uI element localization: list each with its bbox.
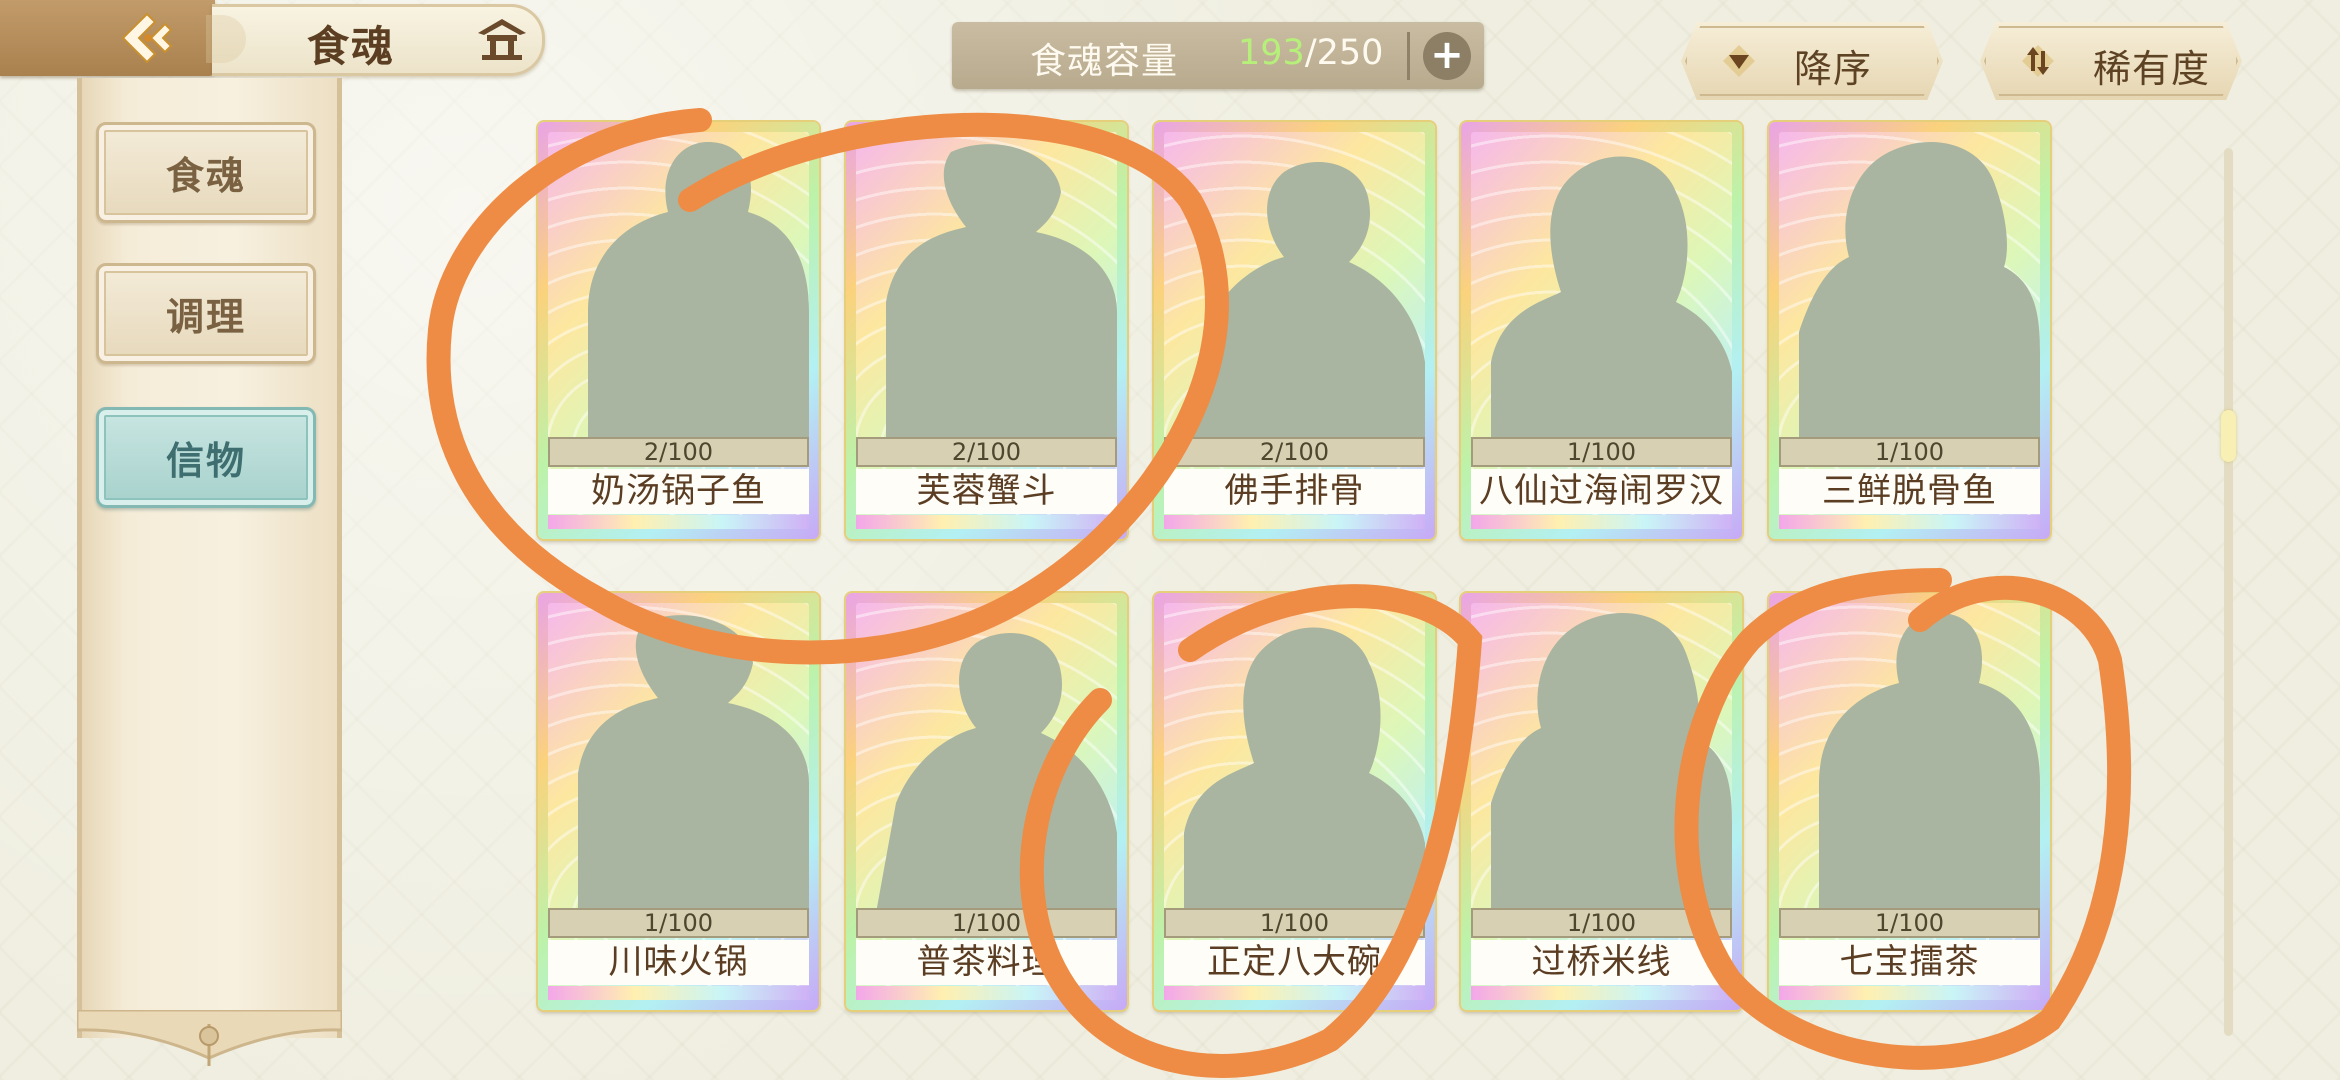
character-silhouette [876,633,1117,913]
card-rarity-strip [1779,515,2040,529]
sidebar-item-keepsake[interactable]: 信物 [96,407,316,508]
card-name: 过桥米线 [1471,940,1732,985]
sidebar-item-label: 信物 [165,439,246,483]
food-soul-card[interactable]: 1/100 三鲜脱骨鱼 [1769,122,2050,539]
card-rarity-strip [1471,515,1732,529]
capacity-count: 193/250 [1238,33,1383,73]
back-button[interactable] [0,0,215,76]
food-soul-card[interactable]: 1/100 普茶料理 [846,593,1127,1010]
card-progress: 1/100 [548,908,809,938]
sidebar-item-label: 食魂 [165,154,246,198]
sidebar-item-label: 调理 [165,295,246,339]
swap-icon [2022,45,2054,77]
card-rarity-strip [1779,986,2040,1000]
card-name: 佛手排骨 [1164,469,1425,514]
capacity-bar: 食魂容量 193/250 + [952,22,1484,89]
card-rarity-strip [856,986,1117,1000]
character-silhouette [1184,162,1425,442]
sort-rarity-label: 稀有度 [2093,47,2211,91]
card-progress: 1/100 [1779,437,2040,467]
card-name: 川味火锅 [548,940,809,985]
card-progress: 1/100 [1471,437,1732,467]
food-soul-card[interactable]: 2/100 芙蓉蟹斗 [846,122,1127,539]
card-name: 普茶料理 [856,940,1117,985]
plus-icon: + [1430,32,1464,78]
card-progress: 2/100 [856,437,1117,467]
card-rarity-strip [856,515,1117,529]
scrollbar-track[interactable] [2224,148,2233,1036]
card-name: 七宝擂茶 [1779,940,2040,985]
character-silhouette [1491,613,1732,913]
card-name: 芙蓉蟹斗 [856,469,1117,514]
sidebar-item-conditioning[interactable]: 调理 [96,263,316,364]
page-title-banner: 食魂 [206,4,545,76]
capacity-label: 食魂容量 [1030,41,1179,82]
capacity-current: 193 [1238,33,1305,73]
sidebar-scroll-ornament [77,1010,342,1066]
card-progress: 2/100 [548,437,809,467]
sort-order-button[interactable]: 降序 [1681,22,1943,100]
food-soul-card[interactable]: 2/100 奶汤锅子鱼 [538,122,819,539]
card-progress: 1/100 [1471,908,1732,938]
character-silhouette [886,144,1117,442]
capacity-divider [1407,32,1410,80]
card-progress: 1/100 [1779,908,2040,938]
character-silhouette [588,142,809,442]
card-rarity-strip [548,515,809,529]
card-name: 八仙过海闹罗汉 [1471,469,1732,514]
page-title: 食魂 [307,22,396,71]
card-name: 奶汤锅子鱼 [548,469,809,514]
food-soul-card[interactable]: 1/100 川味火锅 [538,593,819,1010]
character-silhouette [1799,142,2040,442]
sort-rarity-button[interactable]: 稀有度 [1980,22,2242,100]
character-silhouette [1819,613,2040,913]
sidebar-item-food-soul[interactable]: 食魂 [96,122,316,223]
character-silhouette [578,615,809,913]
sort-order-label: 降序 [1794,47,1873,91]
pavilion-home-icon[interactable] [474,13,530,65]
character-silhouette [1184,627,1425,913]
triangle-down-icon [1723,45,1755,77]
card-name: 正定八大碗 [1164,940,1425,985]
card-rarity-strip [1471,986,1732,1000]
character-silhouette [1491,156,1732,443]
card-progress: 1/100 [856,908,1117,938]
card-rarity-strip [1164,515,1425,529]
card-progress: 2/100 [1164,437,1425,467]
card-rarity-strip [1164,986,1425,1000]
card-name: 三鲜脱骨鱼 [1779,469,2040,514]
card-progress: 1/100 [1164,908,1425,938]
back-arrow-icon [121,12,173,64]
food-soul-card[interactable]: 1/100 过桥米线 [1461,593,1742,1010]
food-soul-card[interactable]: 2/100 佛手排骨 [1154,122,1435,539]
add-capacity-button[interactable]: + [1423,32,1471,80]
card-rarity-strip [548,986,809,1000]
food-soul-card[interactable]: 1/100 正定八大碗 [1154,593,1435,1010]
scrollbar-thumb[interactable] [2221,410,2236,462]
food-soul-card[interactable]: 1/100 八仙过海闹罗汉 [1461,122,1742,539]
food-soul-card[interactable]: 1/100 七宝擂茶 [1769,593,2050,1010]
capacity-max: /250 [1304,33,1384,73]
